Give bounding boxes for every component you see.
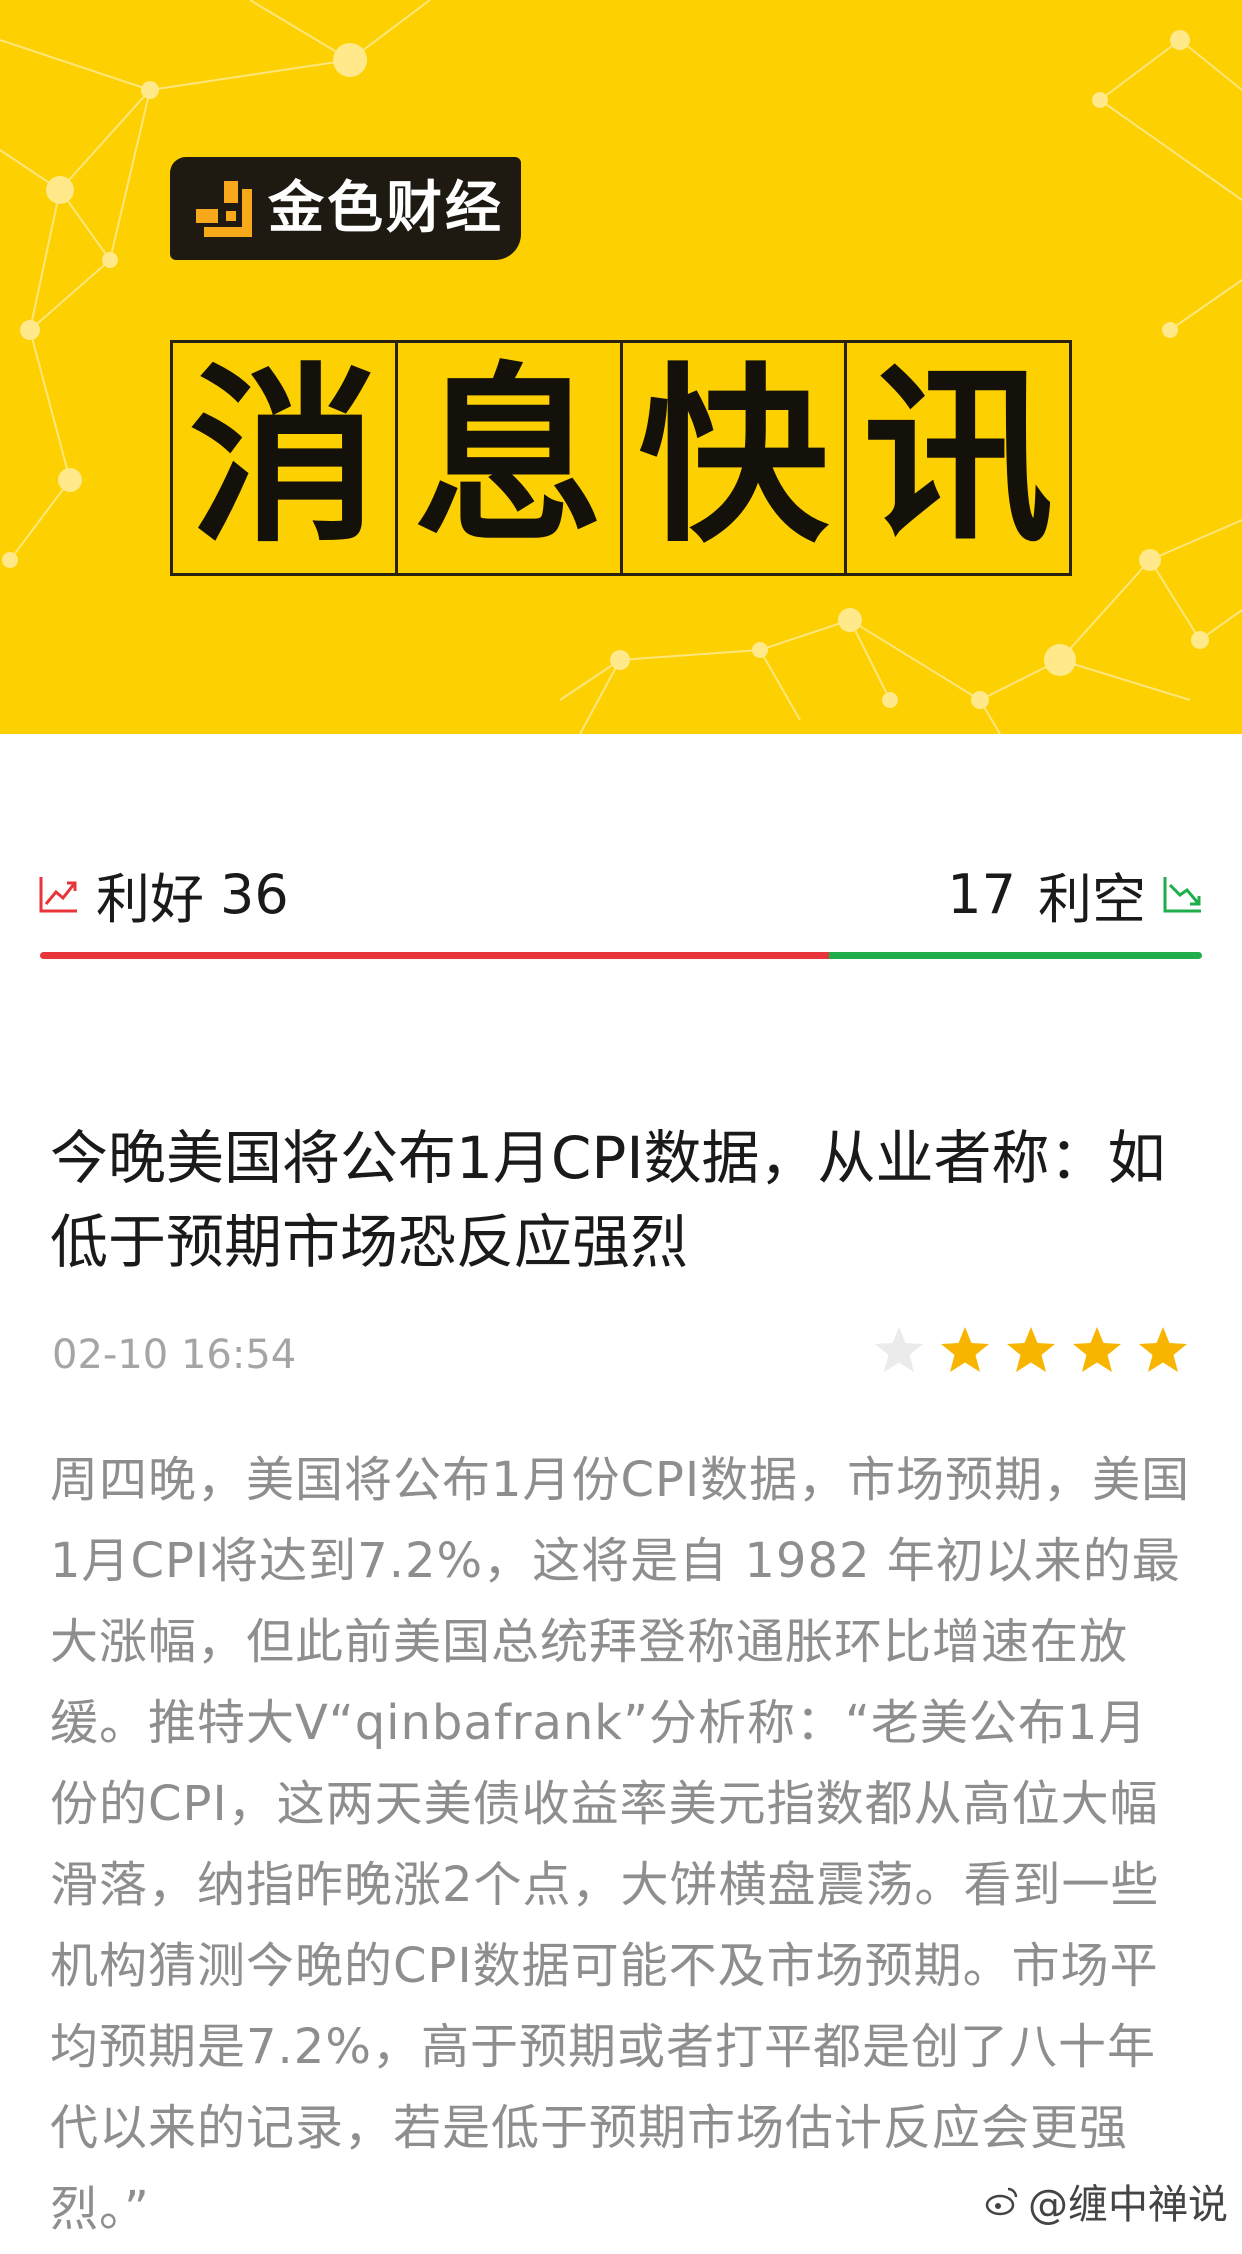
weibo-icon — [985, 2187, 1018, 2216]
star-filled-icon — [1139, 1327, 1187, 1372]
bearish-label: 利空 — [1038, 867, 1146, 931]
sentiment-ratio-bar — [40, 952, 1202, 959]
bearish-vote-button[interactable]: 17 利空 — [947, 854, 1204, 934]
article-body: 周四晚，美国将公布1月份CPI数据，市场预期，美国1月CPI将达到7.2%，这将… — [50, 1452, 1191, 2237]
star-empty-icon — [875, 1327, 923, 1372]
jinse-logo-icon — [196, 181, 252, 237]
bullish-vote-button[interactable]: 利好 36 — [38, 854, 289, 934]
logo-text: 金色财经 — [268, 176, 504, 241]
news-flash-banner: 金色财经 消 息 快 讯 — [0, 0, 1242, 734]
trend-down-icon — [1163, 877, 1201, 913]
article-timestamp: 02-10 16:54 — [52, 1332, 297, 1378]
bullish-count: 36 — [220, 862, 289, 926]
watermark-text: @缠中禅说 — [1028, 2182, 1228, 2228]
weibo-watermark: @缠中禅说 — [984, 2172, 1228, 2230]
title-char: 息 — [398, 343, 623, 573]
jinse-finance-logo: 金色财经 — [170, 157, 521, 260]
star-filled-icon — [941, 1327, 989, 1372]
star-filled-icon — [1007, 1327, 1055, 1372]
bullish-label: 利好 — [96, 867, 204, 931]
title-char: 快 — [623, 343, 848, 573]
importance-rating — [872, 1324, 1202, 1378]
news-article: 今晚美国将公布1月CPI数据，从业者称：如低于预期市场恐反应强烈 02-10 1… — [0, 1060, 1242, 2254]
bullish-share-fill — [40, 952, 830, 959]
trend-up-icon — [39, 877, 77, 913]
article-headline[interactable]: 今晚美国将公布1月CPI数据，从业者称：如低于预期市场恐反应强烈 — [50, 1116, 1200, 1284]
bearish-count: 17 — [947, 862, 1016, 926]
sentiment-panel: 利好 36 17 利空 — [0, 734, 1242, 1024]
star-filled-icon — [1073, 1327, 1121, 1372]
title-char: 讯 — [863, 347, 1054, 568]
bearish-share-fill — [829, 952, 1202, 959]
news-flash-title: 消 息 快 讯 — [170, 340, 1072, 576]
title-char: 消 — [173, 343, 398, 573]
